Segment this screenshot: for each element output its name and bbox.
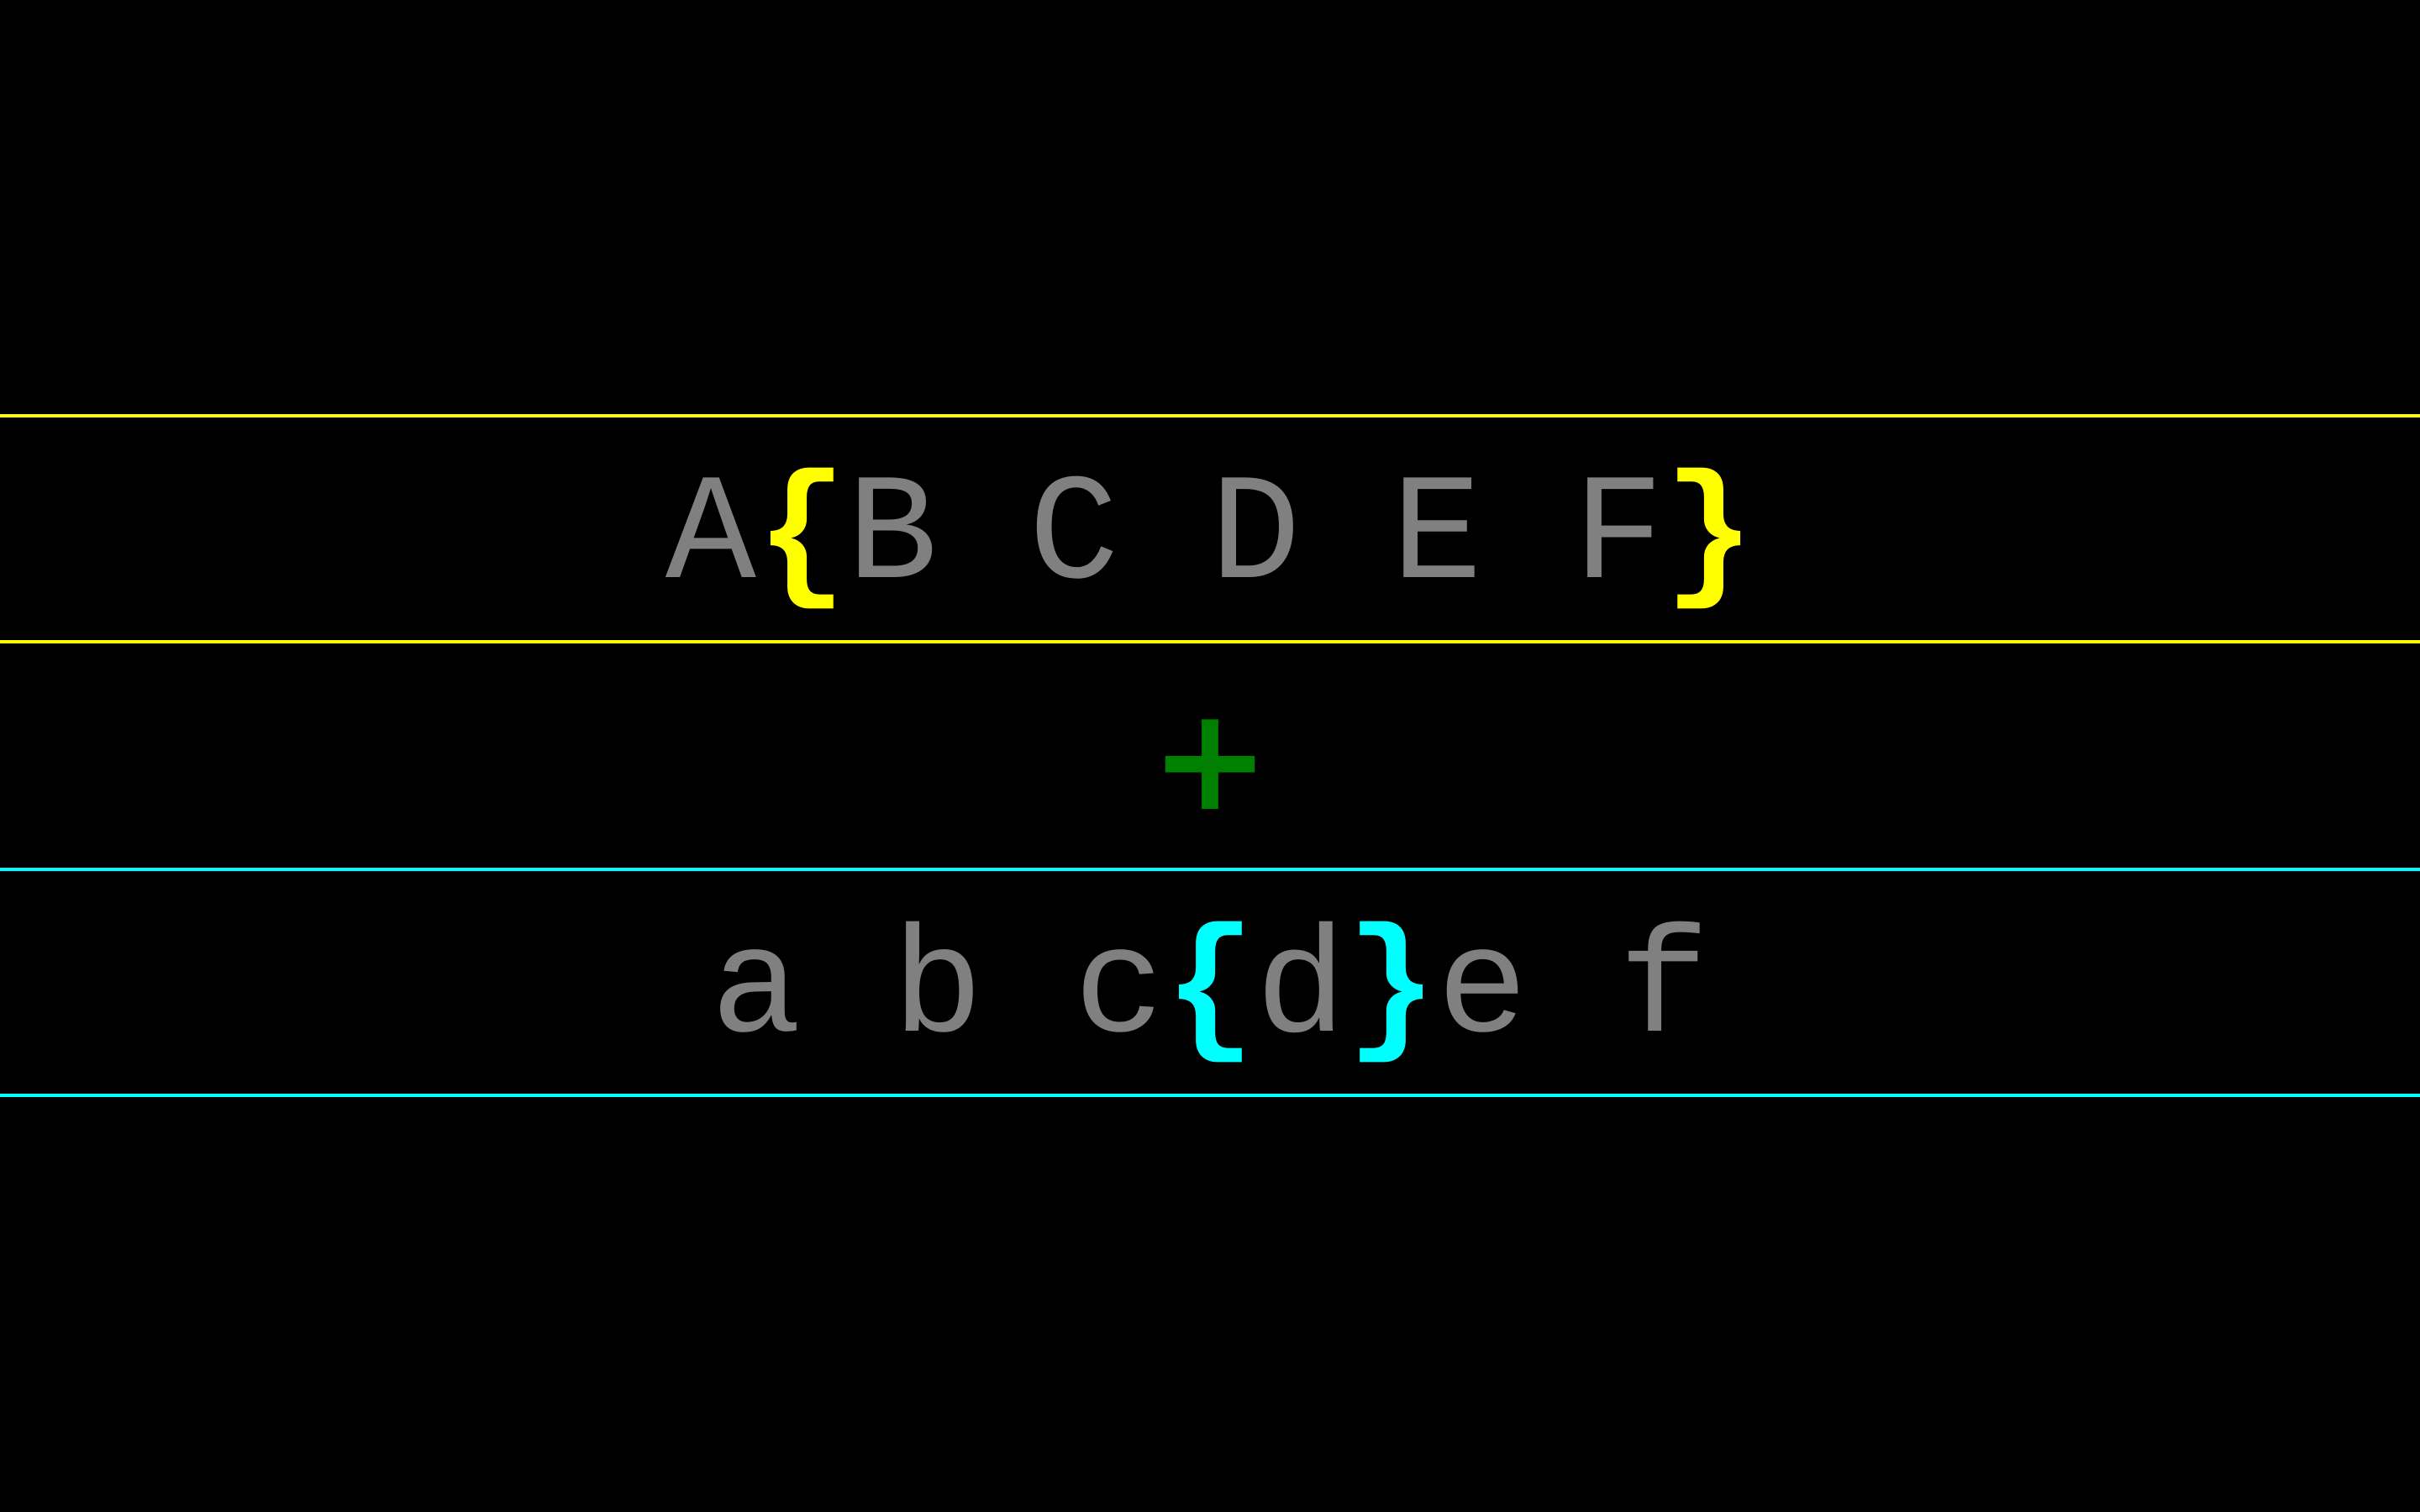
bottom-row-segment-2: d — [1255, 906, 1347, 1077]
top-row-segment-2: B C D E F — [846, 452, 1665, 623]
top-close-bracket: } — [1664, 452, 1755, 623]
bottom-open-bracket: { — [1164, 906, 1255, 1077]
top-row-upper-border — [0, 414, 2420, 417]
top-open-bracket: { — [755, 452, 847, 623]
bottom-row-upper-border — [0, 868, 2420, 871]
bottom-row-segment-3: e f — [1437, 906, 1710, 1077]
top-letter-row: A{B C D E F} — [0, 462, 2420, 613]
bottom-close-bracket: } — [1346, 906, 1438, 1077]
bottom-row-lower-border — [0, 1094, 2420, 1097]
plus-icon: + — [1150, 677, 1270, 843]
top-row-segment-1: A — [665, 452, 756, 623]
bottom-letter-row: a b c{d}e f — [0, 916, 2420, 1067]
top-row-lower-border — [0, 640, 2420, 643]
bottom-row-segment-1: a b c — [710, 906, 1165, 1077]
